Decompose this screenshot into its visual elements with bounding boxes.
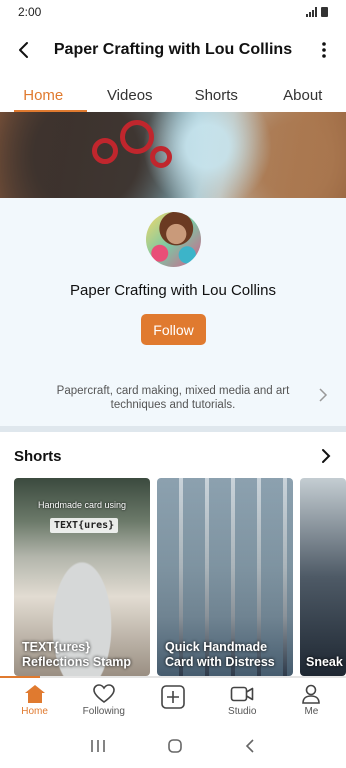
- person-icon: [302, 684, 321, 704]
- more-options-button[interactable]: [302, 28, 346, 72]
- short-product-tag: TEXT{ures}: [50, 518, 119, 533]
- shorts-title: Shorts: [14, 447, 62, 465]
- short-caption: TEXT{ures} Reflections Stamp: [22, 640, 132, 669]
- channel-info-panel: Paper Crafting with Lou Collins Follow P…: [0, 198, 346, 426]
- app-bar: Paper Crafting with Lou Collins: [0, 28, 346, 72]
- nav-label: Me: [304, 706, 319, 717]
- nav-label: Following: [82, 706, 125, 717]
- back-button[interactable]: [0, 28, 48, 72]
- tab-about[interactable]: About: [260, 80, 346, 112]
- nav-studio[interactable]: Studio: [208, 678, 277, 724]
- avatar[interactable]: [146, 212, 201, 267]
- status-bar: 2:00: [0, 0, 346, 24]
- section-divider: [0, 426, 346, 432]
- system-navigation-bar: [0, 724, 346, 768]
- home-icon: [24, 685, 45, 703]
- back-arrow-icon: [19, 42, 28, 58]
- channel-description[interactable]: Papercraft, card making, mixed media and…: [50, 384, 296, 412]
- signal-icon: [306, 7, 317, 17]
- heart-icon: [92, 684, 115, 703]
- nav-label: Studio: [228, 706, 257, 717]
- create-icon: [161, 685, 185, 709]
- back-nav-icon[interactable]: [244, 738, 256, 754]
- chevron-right-icon[interactable]: [320, 448, 332, 464]
- short-card[interactable]: Quick Handmade Card with Distress: [157, 478, 293, 676]
- follow-button[interactable]: Follow: [141, 314, 206, 345]
- tab-shorts[interactable]: Shorts: [173, 80, 260, 112]
- short-card[interactable]: Sneak & new: [300, 478, 346, 676]
- recent-apps-icon[interactable]: [90, 739, 106, 753]
- short-overlay-text: Handmade card using: [37, 500, 127, 510]
- short-caption: Sneak & new: [306, 655, 346, 669]
- battery-icon: [321, 7, 328, 17]
- more-vertical-icon: [322, 42, 326, 58]
- channel-tabs: Home Videos Shorts About: [0, 80, 346, 112]
- home-button-icon[interactable]: [167, 738, 183, 754]
- short-caption: Quick Handmade Card with Distress: [165, 640, 275, 669]
- shorts-section-header: Shorts: [0, 440, 346, 472]
- channel-banner: [0, 112, 346, 198]
- tab-videos[interactable]: Videos: [87, 80, 174, 112]
- short-card[interactable]: Handmade card using TEXT{ures} TEXT{ures…: [14, 478, 150, 676]
- status-time: 2:00: [18, 5, 42, 19]
- tab-home[interactable]: Home: [0, 80, 87, 112]
- nav-create[interactable]: [138, 678, 207, 724]
- nav-following[interactable]: Following: [69, 678, 138, 724]
- nav-me[interactable]: Me: [277, 678, 346, 724]
- status-icons: [306, 7, 328, 17]
- bottom-navigation: Home Following Studio Me: [0, 678, 346, 724]
- video-camera-icon: [230, 686, 254, 702]
- page-title: Paper Crafting with Lou Collins: [53, 41, 293, 58]
- nav-home[interactable]: Home: [0, 678, 69, 724]
- channel-name: Paper Crafting with Lou Collins: [70, 282, 276, 299]
- chevron-right-icon[interactable]: [316, 388, 330, 402]
- nav-label: Home: [21, 706, 48, 717]
